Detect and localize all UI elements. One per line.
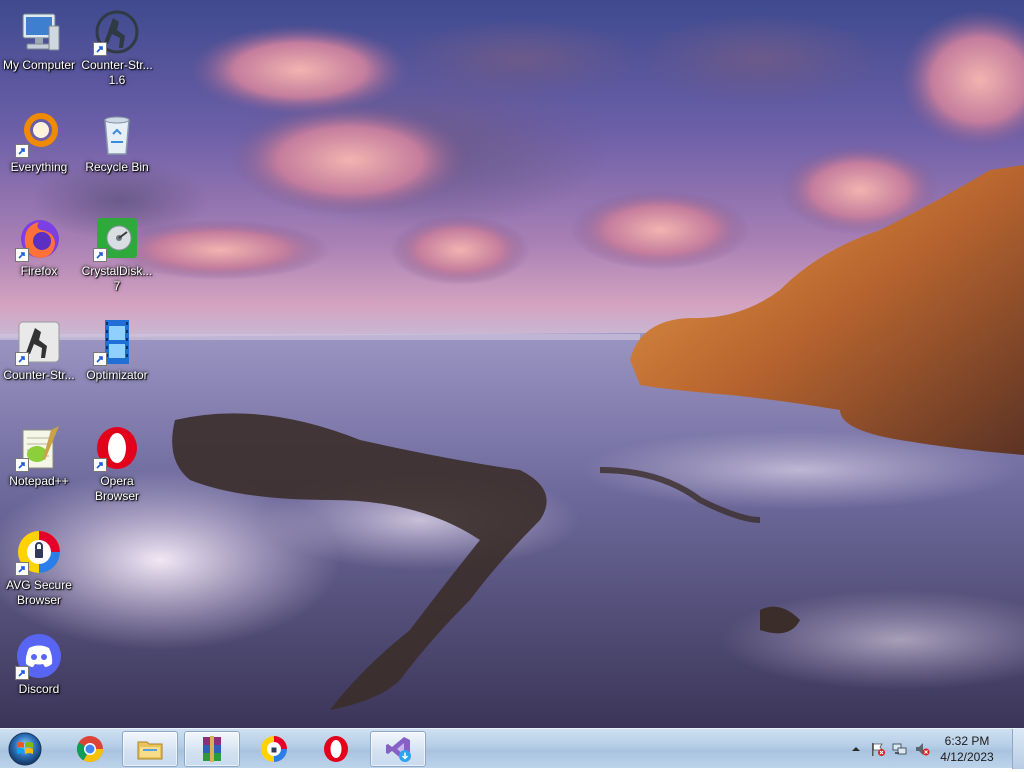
desktop-icon-optimizator[interactable]: Optimizator	[78, 318, 156, 383]
shortcut-arrow-icon	[93, 458, 107, 472]
taskbar-avg-secure-browser-button[interactable]	[246, 731, 302, 767]
clock-date: 4/12/2023	[940, 750, 994, 764]
film-strip-icon	[93, 318, 141, 366]
file-explorer-icon	[137, 741, 163, 760]
show-desktop-button[interactable]	[1012, 729, 1024, 769]
opera-icon	[324, 736, 348, 762]
volume-muted-icon[interactable]	[914, 741, 930, 757]
crystaldisk-icon	[93, 214, 141, 262]
desktop-icon-label: AVG Secure Browser	[6, 578, 72, 607]
desktop-icon-label: Everything	[10, 160, 68, 174]
desktop-icon-everything[interactable]: Everything	[0, 110, 78, 175]
desktop-icon-label: Counter-Str... 1.6	[81, 58, 153, 87]
start-button[interactable]	[4, 731, 46, 767]
system-tray: 6:32 PM 4/12/2023	[834, 729, 1024, 769]
shortcut-arrow-icon	[15, 248, 29, 262]
desktop-icon-my-computer[interactable]: My Computer	[0, 8, 78, 73]
recycle-bin-icon	[93, 110, 141, 158]
discord-icon	[15, 632, 63, 680]
network-icon[interactable]	[892, 741, 908, 757]
winrar-icon	[203, 736, 221, 762]
desktop-icon-label: Optimizator	[86, 368, 148, 382]
desktop-icon-label: My Computer	[2, 58, 76, 72]
avg-secure-browser-icon	[261, 736, 287, 762]
opera-icon	[93, 424, 141, 472]
shortcut-arrow-icon	[15, 458, 29, 472]
shortcut-arrow-icon	[15, 352, 29, 366]
desktop-icon-label: Discord	[18, 682, 60, 696]
taskbar-opera-button[interactable]	[308, 731, 364, 767]
desktop-icon-avg-secure-browser[interactable]: AVG Secure Browser	[0, 528, 78, 608]
taskbar-visual-studio-installer-button[interactable]	[370, 731, 426, 767]
desktop-icon-notepad-plus-plus[interactable]: Notepad++	[0, 424, 78, 489]
shortcut-arrow-icon	[15, 666, 29, 680]
desktop-icon-label: Counter-Str...	[3, 368, 75, 382]
counter-strike-icon	[15, 318, 63, 366]
clock-time: 6:32 PM	[944, 734, 990, 748]
desktop-icon-label: Opera Browser	[94, 474, 139, 503]
taskbar: 6:32 PM 4/12/2023	[0, 728, 1024, 769]
computer-icon	[15, 8, 63, 56]
firefox-icon	[15, 214, 63, 262]
desktop-icon-label: Recycle Bin	[85, 160, 149, 174]
counter-strike-icon	[93, 8, 141, 56]
taskbar-clock[interactable]: 6:32 PM 4/12/2023	[932, 733, 1002, 765]
desktop-icon-opera-browser[interactable]: Opera Browser	[78, 424, 156, 504]
desktop-icon-discord[interactable]: Discord	[0, 632, 78, 697]
shortcut-arrow-icon	[15, 562, 29, 576]
avg-secure-browser-icon	[15, 528, 63, 576]
shortcut-arrow-icon	[93, 42, 107, 56]
shortcut-arrow-icon	[93, 248, 107, 262]
desktop-icon-label: Firefox	[20, 264, 58, 278]
show-hidden-icons-arrow[interactable]	[848, 741, 864, 757]
taskbar-winrar-button[interactable]	[184, 731, 240, 767]
desktop-icon-firefox[interactable]: Firefox	[0, 214, 78, 279]
visual-studio-installer-icon	[386, 737, 411, 762]
taskbar-chrome-button[interactable]	[62, 731, 118, 767]
chrome-icon	[76, 736, 104, 763]
desktop-icon-label: CrystalDisk... 7	[81, 264, 153, 293]
everything-search-icon	[15, 110, 63, 158]
shortcut-arrow-icon	[93, 352, 107, 366]
shortcut-arrow-icon	[15, 144, 29, 158]
desktop-icon-crystaldisk[interactable]: CrystalDisk... 7	[78, 214, 156, 294]
action-center-flag-icon[interactable]	[870, 741, 886, 757]
windows-logo-icon	[8, 732, 42, 766]
desktop-icon-recycle-bin[interactable]: Recycle Bin	[78, 110, 156, 175]
notepad-plus-plus-icon	[15, 424, 63, 472]
desktop-icon-counter-strike[interactable]: Counter-Str...	[0, 318, 78, 383]
taskbar-file-explorer-button[interactable]	[122, 731, 178, 767]
desktop-icon-label: Notepad++	[9, 474, 69, 488]
desktop-icon-counter-strike-1-6[interactable]: Counter-Str... 1.6	[78, 8, 156, 88]
